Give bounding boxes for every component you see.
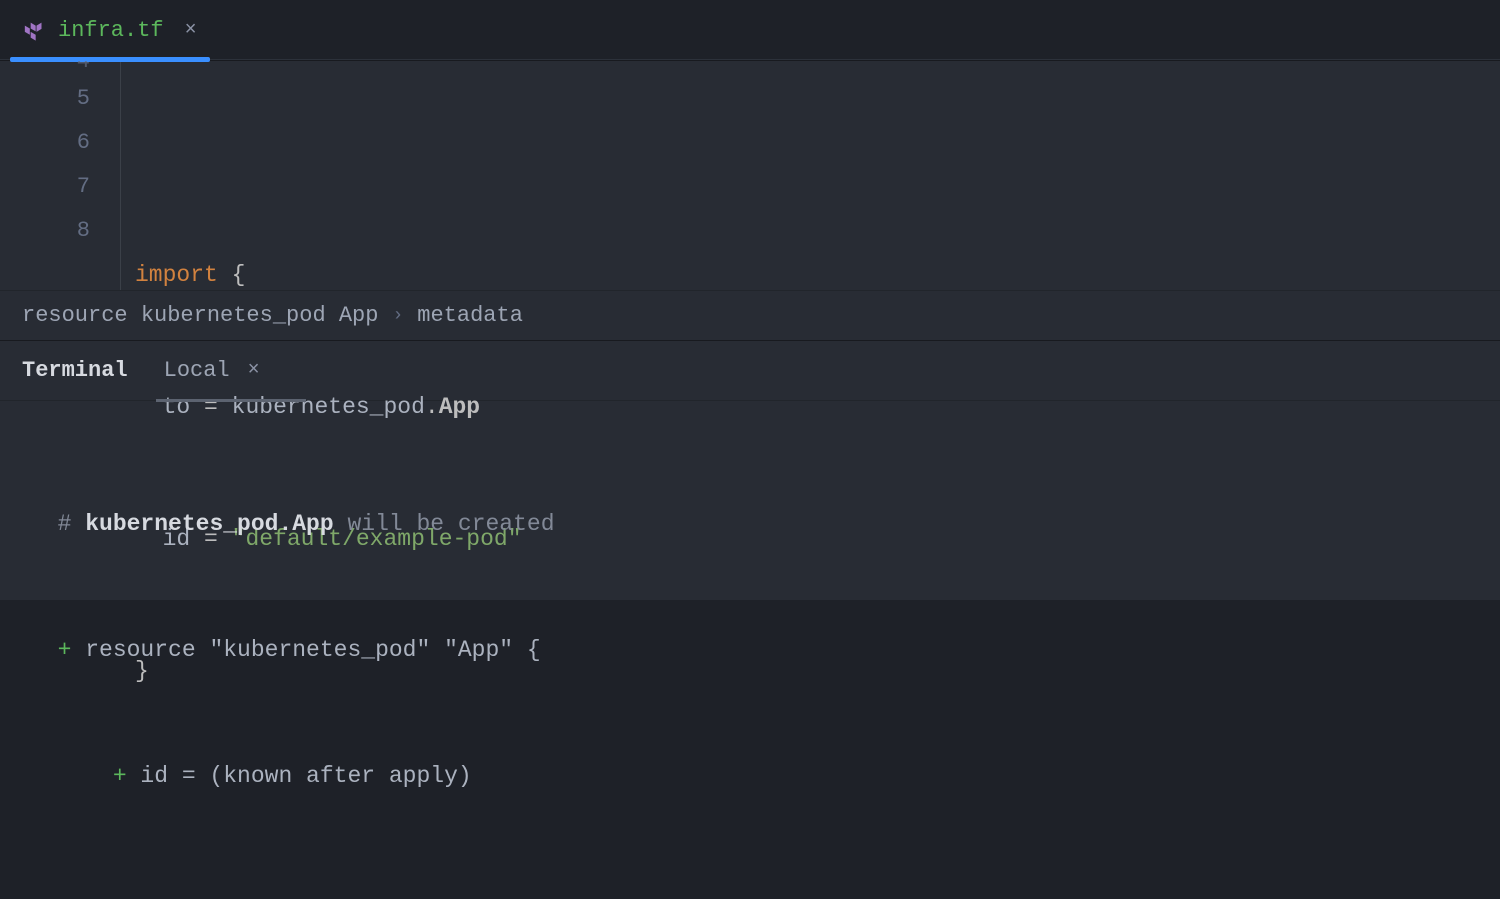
- code-line: [135, 149, 1500, 165]
- code-line: to = kubernetes_pod.App: [135, 385, 1500, 429]
- terminal-line: + id = (known after apply): [30, 755, 1470, 797]
- terminal-session-label: Local: [164, 358, 230, 383]
- code-editor[interactable]: 4 5 6 7 8 import { to = kubernetes_pod.A…: [0, 60, 1500, 290]
- breadcrumb-segment[interactable]: metadata: [417, 303, 523, 328]
- chevron-right-icon: ›: [392, 306, 403, 326]
- breadcrumb-segment[interactable]: resource kubernetes_pod App: [22, 303, 378, 328]
- line-number: 7: [0, 165, 90, 209]
- close-icon[interactable]: ×: [182, 22, 200, 40]
- close-icon[interactable]: ×: [248, 359, 260, 382]
- editor-tab[interactable]: infra.tf ×: [0, 0, 224, 61]
- line-number: 8: [0, 209, 90, 253]
- terminal-session-tab[interactable]: Local ×: [164, 341, 260, 401]
- code-content[interactable]: import { to = kubernetes_pod.App id = "d…: [120, 61, 1500, 290]
- tab-filename: infra.tf: [58, 18, 164, 43]
- terminal-title[interactable]: Terminal: [22, 358, 128, 383]
- terminal-tab-underline: [156, 399, 306, 402]
- code-line: import {: [135, 253, 1500, 297]
- tab-bar: infra.tf ×: [0, 0, 1500, 60]
- line-number: 6: [0, 121, 90, 165]
- line-gutter: 4 5 6 7 8: [0, 61, 120, 290]
- line-number: 5: [0, 77, 90, 121]
- line-number: 4: [0, 61, 90, 77]
- terraform-icon: [24, 21, 44, 41]
